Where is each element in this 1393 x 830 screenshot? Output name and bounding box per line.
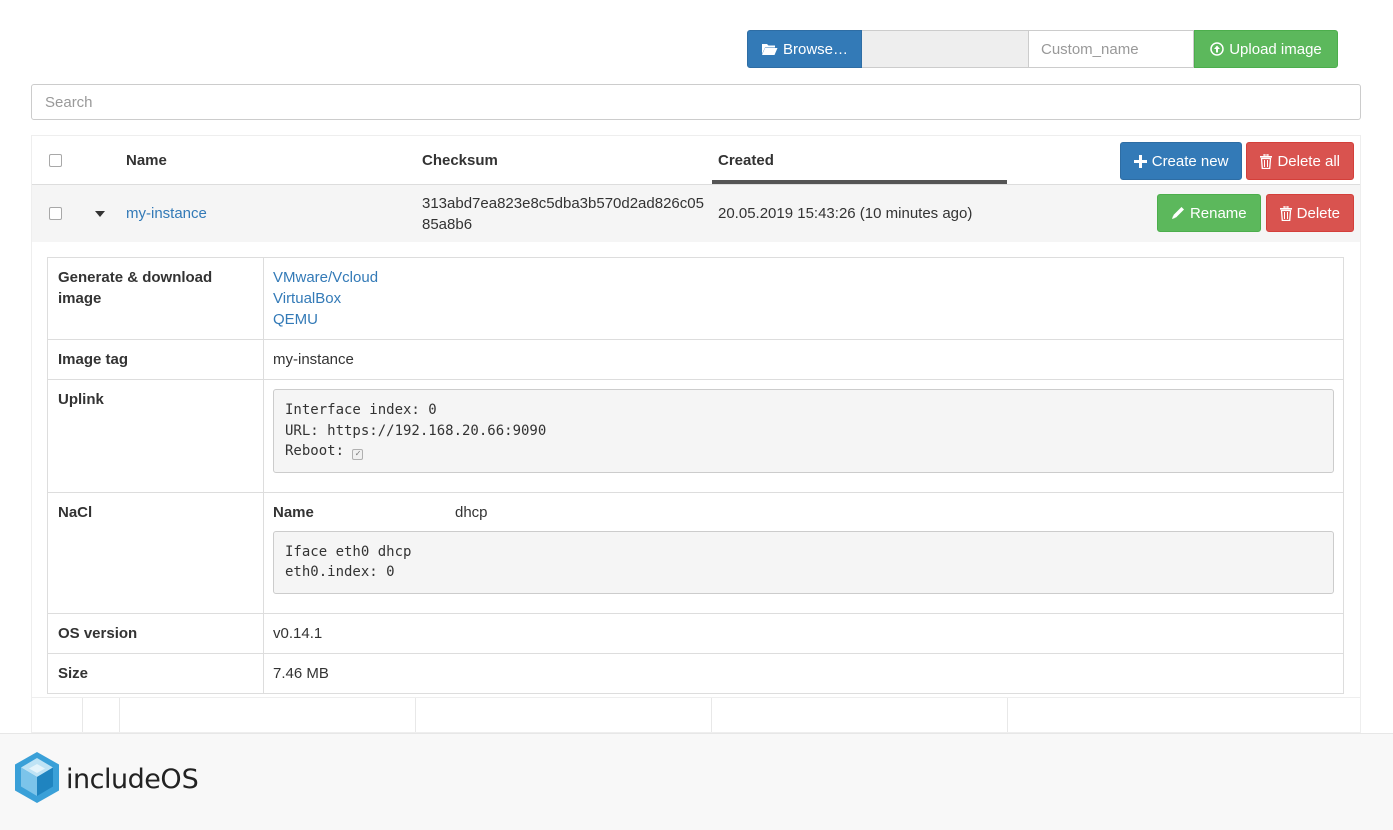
delete-all-button[interactable]: Delete all: [1246, 142, 1354, 180]
delete-button[interactable]: Delete: [1265, 194, 1354, 232]
detail-row-generate: Generate & download image VMware/Vcloud …: [48, 258, 1343, 340]
upload-image-button[interactable]: Upload image: [1194, 30, 1338, 68]
download-vmware-link[interactable]: VMware/Vcloud: [273, 267, 1334, 288]
os-version-label: OS version: [48, 613, 264, 653]
uplink-reboot-label: Reboot:: [285, 443, 345, 459]
image-tag-value: my-instance: [273, 351, 354, 368]
detail-table: Generate & download image VMware/Vcloud …: [47, 257, 1344, 694]
selected-file-display: [862, 30, 1029, 68]
generate-label: Generate & download image: [48, 258, 264, 339]
custom-name-input[interactable]: [1029, 30, 1194, 68]
trash-icon: [1260, 153, 1273, 169]
image-tag-label: Image tag: [48, 340, 264, 379]
upload-image-label: Upload image: [1229, 40, 1322, 58]
delete-all-label: Delete all: [1277, 152, 1340, 170]
instance-name-link[interactable]: my-instance: [126, 205, 207, 222]
nacl-config-block: Iface eth0 dhcp eth0.index: 0: [273, 530, 1334, 594]
uplink-interface: Interface index: 0: [285, 402, 437, 418]
footer: includeOS: [0, 733, 1393, 830]
nacl-name-value: dhcp: [455, 503, 488, 521]
page: Browse… Upload image Name Checksum Creat…: [0, 0, 1393, 830]
column-header-created[interactable]: Created: [718, 136, 774, 185]
delete-label: Delete: [1296, 204, 1340, 222]
uplink-url: URL: https://192.168.20.66:9090: [285, 422, 547, 439]
logo-text: includeOS: [66, 764, 199, 795]
download-qemu-link[interactable]: QEMU: [273, 309, 1334, 330]
uplink-label: Uplink: [48, 380, 264, 492]
create-new-button[interactable]: Create new: [1119, 142, 1243, 180]
cube-logo-icon: [13, 750, 61, 809]
column-header-checksum[interactable]: Checksum: [422, 136, 498, 185]
detail-row-image-tag: Image tag my-instance: [48, 340, 1343, 380]
nacl-line-2: eth0.index: 0: [285, 564, 395, 580]
nacl-name-label: Name: [273, 503, 314, 521]
browse-button[interactable]: Browse…: [747, 30, 862, 68]
nacl-label: NaCl: [48, 492, 264, 613]
detail-row-os-version: OS version v0.14.1: [48, 613, 1343, 654]
includeos-logo: includeOS: [13, 750, 199, 809]
plus-icon: [1133, 154, 1147, 168]
select-all-checkbox[interactable]: [49, 154, 62, 167]
download-virtualbox-link[interactable]: VirtualBox: [273, 288, 1334, 309]
row-detail-panel: Generate & download image VMware/Vcloud …: [32, 242, 1360, 698]
reboot-checkbox: ✓: [352, 449, 364, 460]
uplink-config-block: Interface index: 0 URL: https://192.168.…: [273, 389, 1334, 473]
caret-down-icon[interactable]: [95, 210, 105, 217]
logo-text-os: OS: [160, 764, 199, 795]
table-row[interactable]: my-instance 313abd7ea823e8c5dba3b570d2ad…: [32, 185, 1360, 242]
images-table: Name Checksum Created Create new Delete …: [31, 135, 1361, 733]
folder-open-icon: [761, 42, 778, 56]
checksum-value: 313abd7ea823e8c5dba3b570d2ad826c0585a8b6: [422, 194, 704, 233]
create-new-label: Create new: [1151, 152, 1229, 170]
pencil-icon: [1171, 206, 1185, 220]
browse-label: Browse…: [782, 40, 849, 58]
row-select-checkbox[interactable]: [49, 207, 62, 220]
size-label: Size: [48, 653, 264, 693]
detail-row-uplink: Uplink Interface index: 0 URL: https://1…: [48, 380, 1343, 493]
upload-circle-icon: [1210, 42, 1224, 56]
download-links: VMware/Vcloud VirtualBox QEMU: [264, 258, 1343, 339]
column-header-name[interactable]: Name: [126, 136, 167, 185]
rename-label: Rename: [1189, 204, 1247, 222]
sort-indicator: [712, 180, 1007, 184]
created-value: 20.05.2019 15:43:26 (10 minutes ago): [718, 205, 973, 222]
logo-text-include: include: [66, 764, 161, 795]
rename-button[interactable]: Rename: [1156, 194, 1261, 232]
upload-bar: Browse… Upload image: [747, 30, 1338, 68]
os-version-value: v0.14.1: [273, 624, 323, 642]
trash-icon: [1279, 205, 1292, 221]
detail-row-size: Size 7.46 MB: [48, 653, 1343, 693]
table-header: Name Checksum Created Create new Delete …: [32, 136, 1360, 185]
size-value: 7.46 MB: [273, 664, 329, 682]
search-input[interactable]: [31, 84, 1361, 120]
nacl-line-1: Iface eth0 dhcp: [285, 543, 412, 560]
detail-row-nacl: NaCl Name dhcp Iface eth0 dhcp eth0.inde…: [48, 492, 1343, 614]
